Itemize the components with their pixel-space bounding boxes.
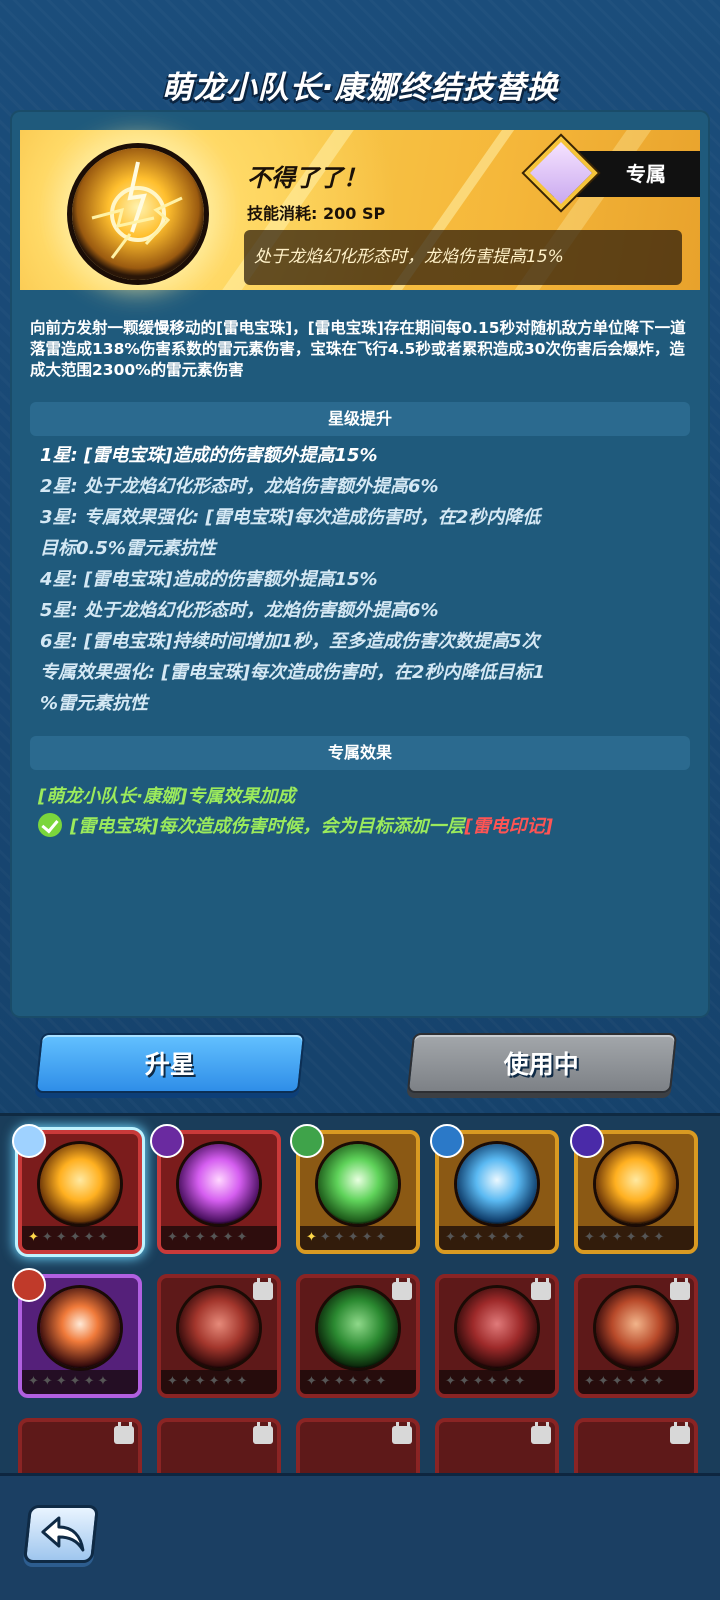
card-stars: ✦✦✦✦✦✦ (300, 1226, 416, 1250)
green-shadow-icon (318, 1288, 398, 1368)
skill-card-grid: ✦✦✦✦✦✦ ✦✦✦✦✦✦ ✦✦✦✦✦✦ ✦✦✦✦✦✦ ✦✦✦✦✦✦ ✦✦✦✦✦… (0, 1113, 720, 1473)
card-stars: ✦✦✦✦✦✦ (22, 1226, 138, 1250)
star-line: 2星: 处于龙焰幻化形态时，龙焰伤害额外提高6% (40, 476, 439, 497)
star-section-header: 星级提升 (30, 402, 690, 436)
explosion-icon (179, 1288, 259, 1368)
lock-icon (531, 1278, 551, 1300)
back-arrow-icon (41, 1516, 85, 1552)
skill-card-locked[interactable]: ✦✦✦✦✦✦ (296, 1274, 420, 1398)
gold-claw-icon (596, 1144, 676, 1224)
star-line: 目标0.5%雷元素抗性 (40, 538, 216, 559)
exclusive-bonus-title: [萌龙小队长·康娜]专属效果加成 (38, 786, 296, 807)
character-badge-icon (430, 1124, 464, 1158)
back-button[interactable] (22, 1505, 100, 1563)
lightning-orb-icon (40, 1144, 120, 1224)
card-stars: ✦✦✦✦✦✦ (161, 1370, 277, 1394)
skill-card-locked[interactable] (574, 1418, 698, 1473)
card-stars: ✦✦✦✦✦✦ (161, 1226, 277, 1250)
exclusive-effect: [雷电宝珠]每次造成伤害时候，会为目标添加一层 [雷电印记] (38, 812, 553, 838)
ice-shard-icon (457, 1144, 537, 1224)
lock-icon (253, 1422, 273, 1444)
in-use-label: 使用中 (504, 1050, 580, 1079)
lock-icon (670, 1278, 690, 1300)
lightning-orb-icon (72, 148, 204, 280)
flame-wisp-icon (40, 1288, 120, 1368)
star-line: 6星: [雷电宝珠]持续时间增加1秒，至多造成伤害次数提高5次 (40, 631, 540, 652)
star-line: 3星: 专属效果强化: [雷电宝珠]每次造成伤害时，在2秒内降低 (40, 507, 541, 528)
star-line: 专属效果强化: [雷电宝珠]每次造成伤害时，在2秒内降低目标1 (40, 662, 545, 683)
card-stars: ✦✦✦✦✦✦ (439, 1370, 555, 1394)
sword-burst-icon (596, 1288, 676, 1368)
skill-card-locked[interactable] (296, 1418, 420, 1473)
skill-card-locked[interactable] (157, 1418, 281, 1473)
exclusive-effect-highlight: [雷电印记] (464, 816, 553, 837)
star-line: %雷元素抗性 (40, 693, 149, 714)
star-line: 5星: 处于龙焰幻化形态时，龙焰伤害额外提高6% (40, 600, 439, 621)
character-badge-icon (12, 1268, 46, 1302)
character-badge-icon (570, 1124, 604, 1158)
skill-description: 向前方发射一颗缓慢移动的[雷电宝珠]，[雷电宝珠]存在期间每0.15秒对随机敌方… (30, 319, 686, 379)
lock-icon (531, 1422, 551, 1444)
green-arrow-icon (318, 1144, 398, 1224)
star-line: 1星: [雷电宝珠]造成的伤害额外提高15% (40, 445, 378, 466)
rune-icon (457, 1288, 537, 1368)
lock-icon (253, 1278, 273, 1300)
lock-icon (392, 1278, 412, 1300)
check-icon (38, 813, 62, 837)
skill-passive: 处于龙焰幻化形态时，龙焰伤害提高15% (244, 230, 682, 285)
exclusive-section-header: 专属效果 (30, 736, 690, 770)
lock-icon (392, 1422, 412, 1444)
card-stars: ✦✦✦✦✦✦ (439, 1226, 555, 1250)
upgrade-star-label: 升星 (144, 1050, 195, 1079)
skill-card-locked[interactable] (18, 1418, 142, 1473)
character-badge-icon (150, 1124, 184, 1158)
page-title: 萌龙小队长·康娜终结技替换 (161, 70, 559, 106)
star-list: 1星: [雷电宝珠]造成的伤害额外提高15% 2星: 处于龙焰幻化形态时，龙焰伤… (40, 440, 680, 719)
character-badge-icon (12, 1124, 46, 1158)
skill-name: 不得了了！ (247, 164, 367, 192)
lock-icon (670, 1422, 690, 1444)
card-stars: ✦✦✦✦✦✦ (578, 1226, 694, 1250)
character-badge-icon (290, 1124, 324, 1158)
in-use-button[interactable]: 使用中 (406, 1033, 678, 1093)
skill-card-locked[interactable]: ✦✦✦✦✦✦ (435, 1274, 559, 1398)
skill-card-locked[interactable]: ✦✦✦✦✦✦ (574, 1274, 698, 1398)
bottom-bar (0, 1473, 720, 1600)
purple-orb-icon (179, 1144, 259, 1224)
lock-icon (114, 1422, 134, 1444)
card-stars: ✦✦✦✦✦✦ (578, 1370, 694, 1394)
card-stars: ✦✦✦✦✦✦ (22, 1370, 138, 1394)
skill-cost: 技能消耗: 200 SP (247, 204, 386, 223)
star-line: 4星: [雷电宝珠]造成的伤害额外提高15% (40, 569, 378, 590)
card-stars: ✦✦✦✦✦✦ (300, 1370, 416, 1394)
upgrade-star-button[interactable]: 升星 (34, 1033, 306, 1093)
skill-card-locked[interactable]: ✦✦✦✦✦✦ (157, 1274, 281, 1398)
skill-card-locked[interactable] (435, 1418, 559, 1473)
exclusive-effect-text: [雷电宝珠]每次造成伤害时候，会为目标添加一层 (70, 816, 465, 837)
